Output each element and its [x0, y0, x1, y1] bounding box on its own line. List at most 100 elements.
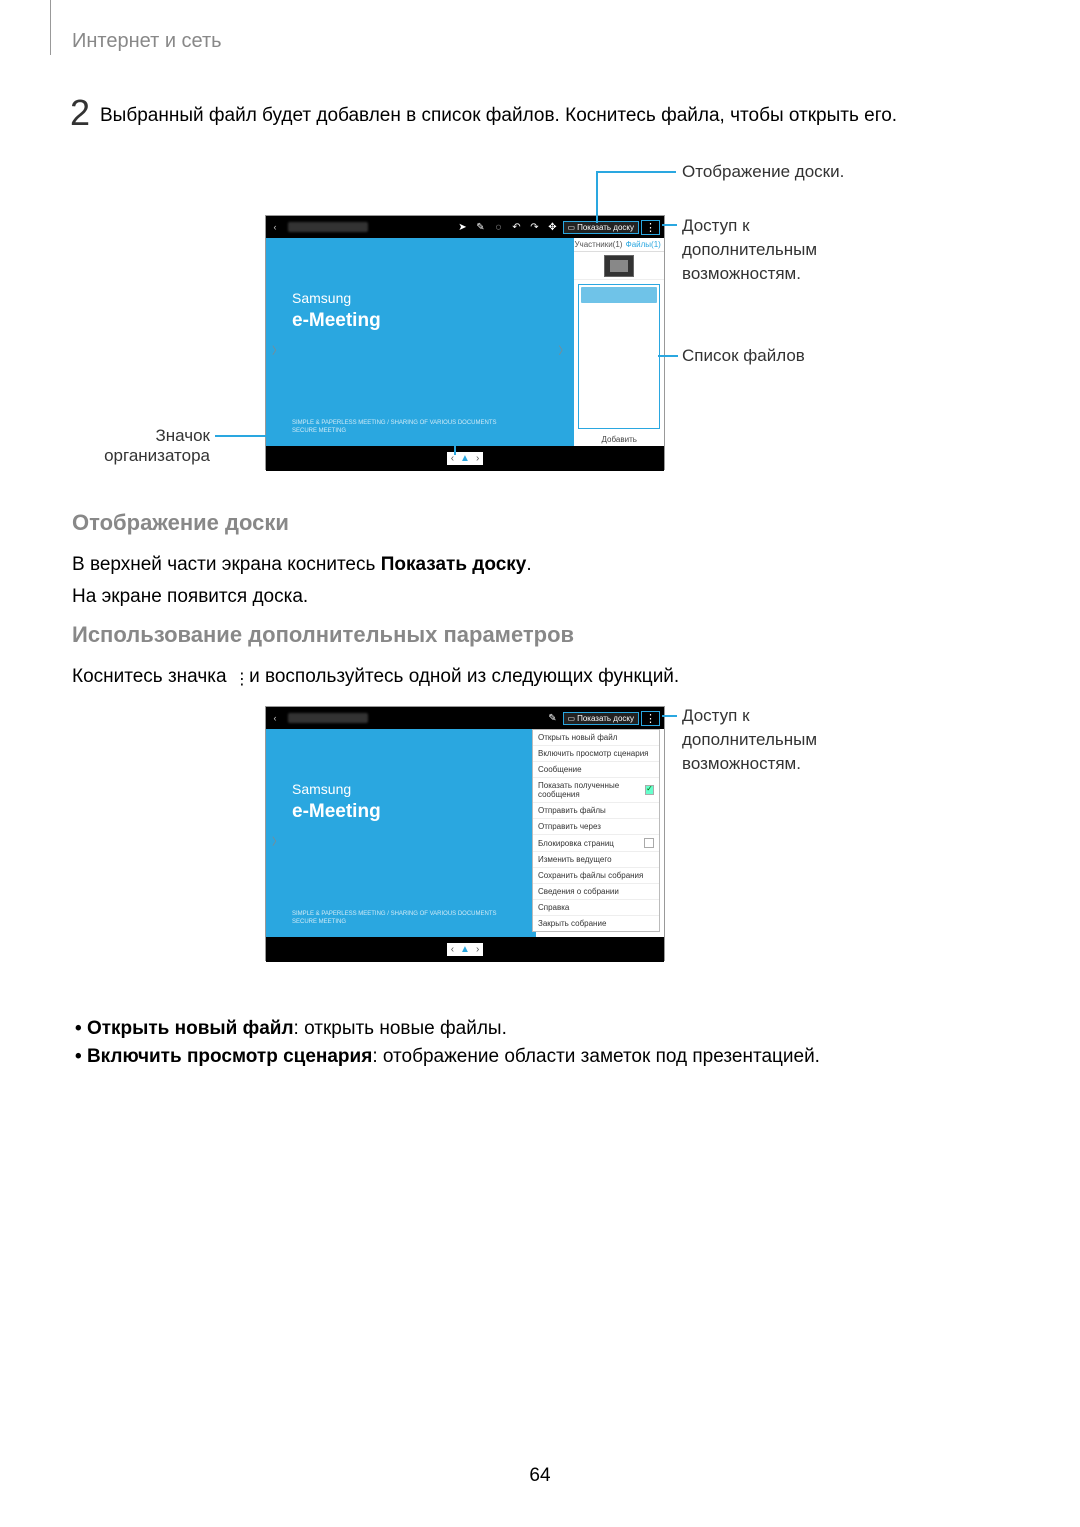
page-margin-line: [50, 0, 51, 55]
callout2-more-2: дополнительным: [682, 730, 817, 750]
pointer-icon[interactable]: ✥: [545, 219, 561, 235]
bullet-list: Открыть новый файл: открыть новые файлы.…: [75, 1012, 820, 1074]
add-button[interactable]: Добавить: [574, 433, 664, 446]
side-tabs: Участники(1) Файлы(1): [574, 238, 664, 252]
menu-item[interactable]: Закрыть собрание: [533, 916, 659, 931]
bullet-item: Открыть новый файл: открыть новые файлы.: [75, 1018, 820, 1040]
meeting-title-blur: [288, 713, 368, 723]
callout-more-3: возможностям.: [682, 264, 801, 284]
heading-board: Отображение доски: [72, 510, 289, 536]
slide-preview: 〉 〉 Samsung e-Meeting SIMPLE & PAPERLESS…: [266, 238, 574, 446]
chevron-right-icon[interactable]: 〉: [558, 342, 568, 357]
back-icon[interactable]: ‹: [266, 222, 284, 232]
undo-icon[interactable]: ↶: [509, 219, 525, 235]
more-icon[interactable]: ⋮: [641, 220, 660, 235]
callout-line: [662, 715, 677, 717]
callout-organizer: Значок организатора: [95, 426, 210, 466]
file-thumb[interactable]: [604, 255, 634, 277]
menu-item[interactable]: Отправить через: [533, 819, 659, 835]
slide-brand: Samsung: [292, 781, 351, 797]
show-board-button[interactable]: ▭ Показать доску: [563, 221, 640, 234]
bottom-bar: ‹ ▲ ›: [266, 446, 664, 471]
back-icon[interactable]: ‹: [266, 713, 284, 723]
step-text: Выбранный файл будет добавлен в список ф…: [100, 105, 897, 127]
para-board-1: В верхней части экрана коснитесь Показат…: [72, 550, 532, 580]
callout-line: [596, 171, 676, 173]
menu-item[interactable]: Сведения о собрании: [533, 884, 659, 900]
checkbox-icon[interactable]: [644, 838, 654, 848]
toolbar-2: ✎ ▭ Показать доску ⋮: [545, 710, 665, 726]
cursor-icon[interactable]: ➤: [455, 219, 471, 235]
slide-tagline-2: SECURE MEETING: [292, 428, 346, 434]
file-item[interactable]: [581, 287, 657, 303]
organizer-badge-icon: ▲: [460, 453, 470, 464]
redo-icon[interactable]: ↷: [527, 219, 543, 235]
pen-icon[interactable]: ✎: [473, 219, 489, 235]
page-number: 64: [0, 1465, 1080, 1487]
breadcrumb: Интернет и сеть: [72, 30, 222, 53]
app-bar-2: ‹ ✎ ▭ Показать доску ⋮: [266, 707, 664, 729]
show-board-label: Показать доску: [577, 714, 634, 723]
pager-next-icon[interactable]: ›: [476, 944, 479, 955]
chevron-left-icon[interactable]: 〉: [272, 833, 282, 848]
menu-item[interactable]: Открыть новый файл: [533, 730, 659, 746]
screenshot-1: ‹ ➤ ✎ ◌ ↶ ↷ ✥ ▭ Показать доску ⋮ 〉 〉 Sam…: [265, 215, 665, 470]
show-board-label: Показать доску: [577, 223, 634, 232]
callout-more-1: Доступ к: [682, 216, 750, 236]
menu-item[interactable]: Показать полученные сообщения: [533, 778, 659, 803]
menu-item[interactable]: Справка: [533, 900, 659, 916]
callout-board: Отображение доски.: [682, 162, 844, 182]
pager-2: ‹ ▲ ›: [447, 943, 484, 956]
slide-tagline-1: SIMPLE & PAPERLESS MEETING / SHARING OF …: [292, 420, 496, 426]
app-bar: ‹ ➤ ✎ ◌ ↶ ↷ ✥ ▭ Показать доску ⋮: [266, 216, 664, 238]
slide-preview-2: 〉 Samsung e-Meeting SIMPLE & PAPERLESS M…: [266, 729, 536, 937]
tab-participants[interactable]: Участники(1): [574, 238, 622, 251]
file-list: [578, 284, 660, 429]
callout-line: [662, 224, 677, 226]
screenshot-2: ‹ ✎ ▭ Показать доску ⋮ 〉 Samsung e-Meeti…: [265, 706, 665, 961]
board-icon: ▭: [568, 714, 576, 723]
callout-line: [658, 355, 678, 357]
pager-next-icon[interactable]: ›: [476, 453, 479, 464]
menu-item[interactable]: Блокировка страниц: [533, 835, 659, 852]
menu-item[interactable]: Отправить файлы: [533, 803, 659, 819]
toolbar: ➤ ✎ ◌ ↶ ↷ ✥ ▭ Показать доску ⋮: [455, 219, 665, 235]
meeting-title-blur: [288, 222, 368, 232]
slide-title: e-Meeting: [292, 801, 381, 823]
callout2-more-3: возможностям.: [682, 754, 801, 774]
menu-item[interactable]: Включить просмотр сценария: [533, 746, 659, 762]
file-thumb-row: [574, 252, 664, 280]
callout-line: [215, 435, 454, 437]
callout-files: Список файлов: [682, 346, 805, 366]
menu-item[interactable]: Изменить ведущего: [533, 852, 659, 868]
side-panel: Участники(1) Файлы(1) Добавить: [574, 238, 664, 446]
tab-files[interactable]: Файлы(1): [622, 238, 664, 251]
pager: ‹ ▲ ›: [447, 452, 484, 465]
organizer-badge-icon: ▲: [460, 944, 470, 955]
bullet-item: Включить просмотр сценария: отображение …: [75, 1046, 820, 1068]
menu-item[interactable]: Сохранить файлы собрания: [533, 868, 659, 884]
para-board-2: На экране появится доска.: [72, 582, 308, 612]
callout-line: [596, 171, 598, 223]
pager-prev-icon[interactable]: ‹: [451, 944, 454, 955]
slide-tagline-1: SIMPLE & PAPERLESS MEETING / SHARING OF …: [292, 911, 496, 917]
heading-more: Использование дополнительных параметров: [72, 622, 574, 648]
content-row: 〉 〉 Samsung e-Meeting SIMPLE & PAPERLESS…: [266, 238, 664, 446]
pen-icon[interactable]: ✎: [545, 710, 561, 726]
callout-more-2: дополнительным: [682, 240, 817, 260]
slide-brand: Samsung: [292, 290, 351, 306]
board-icon: ▭: [568, 223, 576, 232]
slide-tagline-2: SECURE MEETING: [292, 919, 346, 925]
checkbox-icon[interactable]: [645, 785, 654, 795]
more-icon[interactable]: ⋮: [641, 711, 660, 726]
chevron-left-icon[interactable]: 〉: [272, 342, 282, 357]
eraser-icon[interactable]: ◌: [491, 219, 507, 235]
callout2-more-1: Доступ к: [682, 706, 750, 726]
step-number: 2: [70, 92, 90, 134]
show-board-button[interactable]: ▭ Показать доску: [563, 712, 640, 725]
menu-item[interactable]: Сообщение: [533, 762, 659, 778]
options-menu: Открыть новый файл Включить просмотр сце…: [532, 729, 660, 932]
slide-title: e-Meeting: [292, 310, 381, 332]
more-icon-inline: [232, 669, 244, 685]
para-more: Коснитесь значка и воспользуйтесь одной …: [72, 662, 679, 692]
